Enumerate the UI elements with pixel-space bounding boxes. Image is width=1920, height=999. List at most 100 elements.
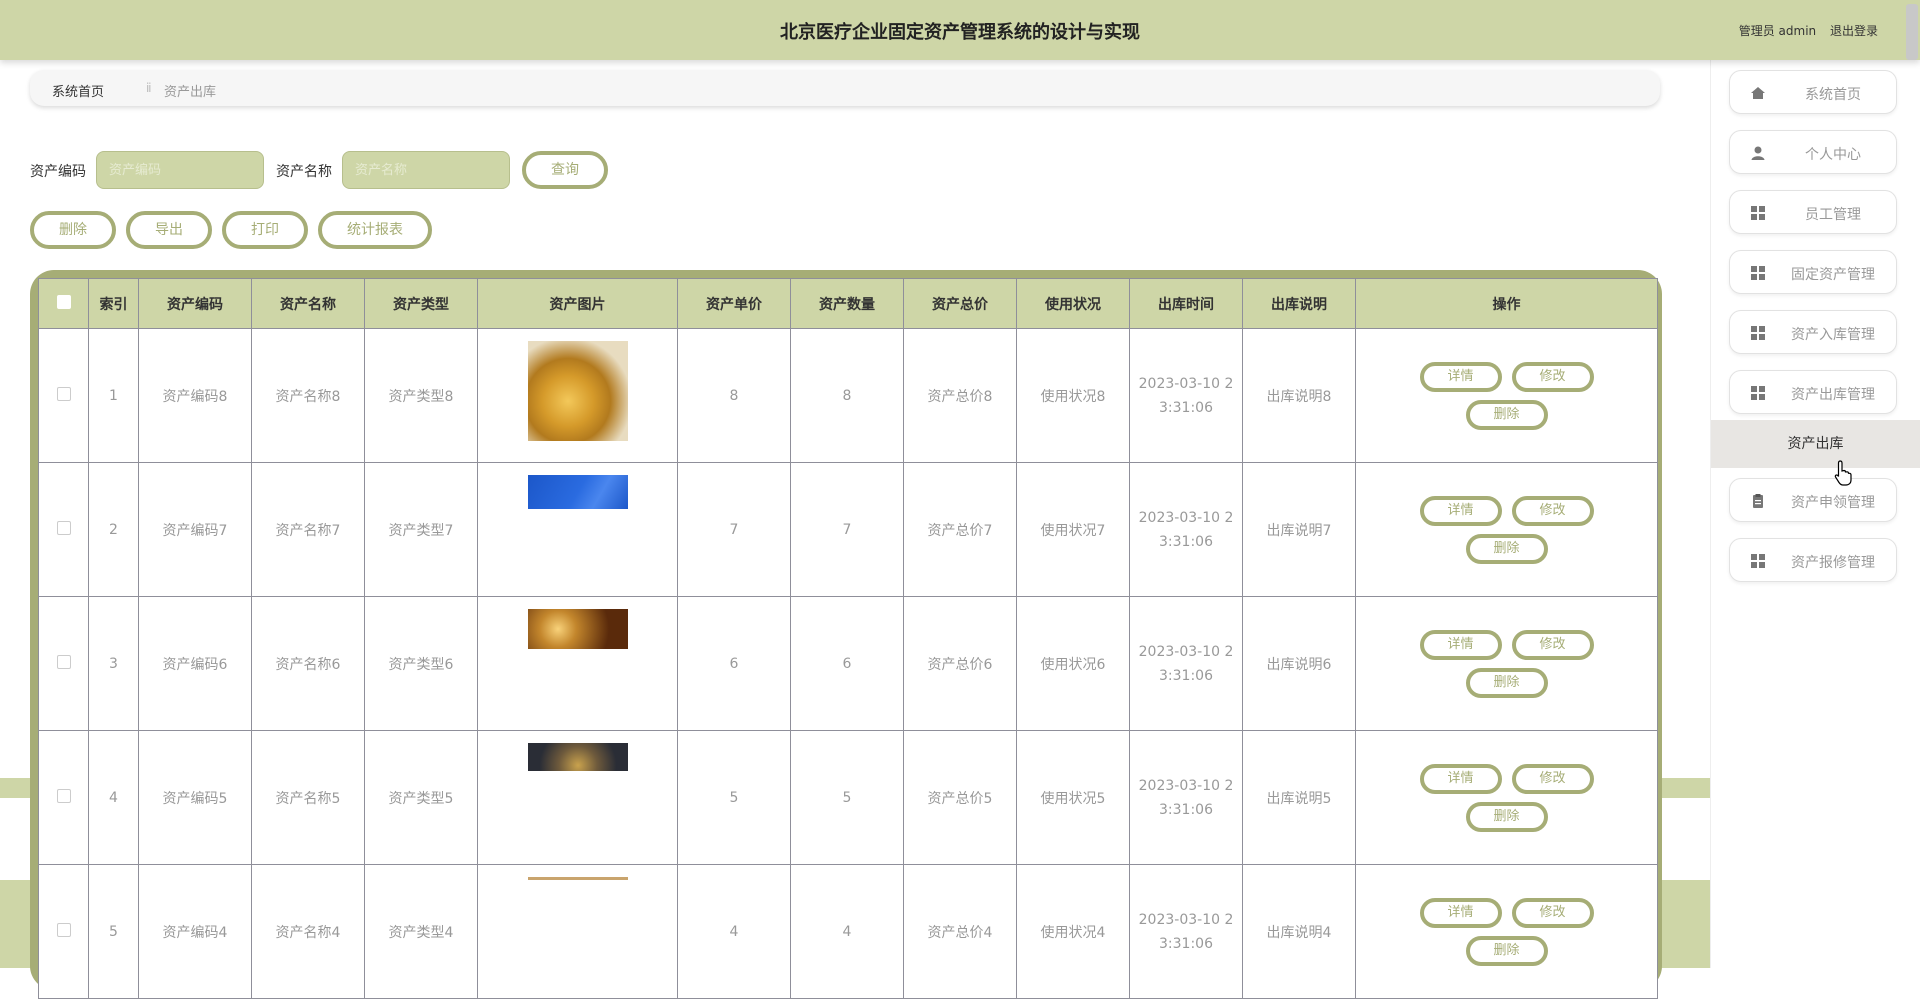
outbound-time-date: 2023-03-10 2 xyxy=(1138,911,1234,928)
logout-link[interactable]: 退出登录 xyxy=(1830,24,1878,38)
asset-name-cell: 资产名称7 xyxy=(251,462,365,597)
row-delete-button[interactable]: 删除 xyxy=(1465,399,1548,430)
table-row: 1 资产编码8 资产名称8 资产类型8 8 8 资产总价8 使用状况8 2023… xyxy=(38,328,1658,463)
row-checkbox[interactable] xyxy=(56,922,71,937)
outbound-time-date: 2023-03-10 2 xyxy=(1138,643,1234,660)
sidebar-item-home[interactable]: 系统首页 xyxy=(1729,70,1897,114)
column-header: 资产编码 xyxy=(138,278,252,329)
row-delete-button[interactable]: 删除 xyxy=(1465,801,1548,832)
user-info: 管理员 admin 退出登录 xyxy=(1729,22,1878,39)
edit-button[interactable]: 修改 xyxy=(1511,495,1594,526)
asset-name-cell: 资产名称4 xyxy=(251,864,365,999)
app-title: 北京医疗企业固定资产管理系统的设计与实现 xyxy=(780,22,1140,43)
breadcrumb-home[interactable]: 系统首页 xyxy=(52,81,104,100)
page-scrollbar[interactable] xyxy=(1906,4,1918,60)
outbound-note-cell: 出库说明7 xyxy=(1242,462,1356,597)
top-bar: 北京医疗企业固定资产管理系统的设计与实现 管理员 admin 退出登录 xyxy=(0,0,1920,60)
sidebar-item-staff[interactable]: 员工管理 xyxy=(1729,190,1897,234)
row-select-cell[interactable] xyxy=(38,596,89,731)
detail-button[interactable]: 详情 xyxy=(1419,495,1502,526)
outbound-note-cell: 出库说明4 xyxy=(1242,864,1356,999)
select-all-checkbox[interactable] xyxy=(56,294,71,309)
detail-button[interactable]: 详情 xyxy=(1419,629,1502,660)
sidebar-item-label: 资产出库管理 xyxy=(1791,387,1875,403)
row-delete-button[interactable]: 删除 xyxy=(1465,533,1548,564)
asset-type-cell: 资产类型5 xyxy=(364,730,478,865)
asset-type-cell: 资产类型6 xyxy=(364,596,478,731)
outbound-time-date: 2023-03-10 2 xyxy=(1138,375,1234,392)
row-select-cell[interactable] xyxy=(38,328,89,463)
asset-code-label: 资产编码 xyxy=(30,164,86,180)
asset-code-cell: 资产编码5 xyxy=(138,730,252,865)
table-header-row: 索引 资产编码 资产名称 资产类型 资产图片 资产单价 资产数量 资产总价 使用… xyxy=(38,278,1658,329)
sidebar-subitem-asset-outbound[interactable]: 资产出库 xyxy=(1711,420,1920,468)
print-button[interactable]: 打印 xyxy=(222,211,308,249)
row-select-cell[interactable] xyxy=(38,730,89,865)
row-checkbox[interactable] xyxy=(56,654,71,669)
sidebar-item-personal-center[interactable]: 个人中心 xyxy=(1729,130,1897,174)
grid-icon xyxy=(1751,326,1765,340)
grid-icon xyxy=(1751,266,1765,280)
unit-price-cell: 7 xyxy=(677,462,791,597)
detail-button[interactable]: 详情 xyxy=(1419,897,1502,928)
row-checkbox[interactable] xyxy=(56,386,71,401)
quantity-cell: 8 xyxy=(790,328,904,463)
grid-icon xyxy=(1751,206,1765,220)
asset-image-cell xyxy=(477,864,678,999)
detail-button[interactable]: 详情 xyxy=(1419,763,1502,794)
asset-name-label: 资产名称 xyxy=(276,164,332,180)
usage-status-cell: 使用状况5 xyxy=(1016,730,1130,865)
outbound-time-cell: 2023-03-10 2 3:31:06 xyxy=(1129,462,1243,597)
sidebar: 系统首页 个人中心 员工管理 固定资产管理 资产入库管理 资产出库管理 资产申领… xyxy=(1710,60,1920,968)
outbound-time-cell: 2023-03-10 2 3:31:06 xyxy=(1129,596,1243,731)
operations-cell: 详情 修改 删除 xyxy=(1355,864,1658,999)
query-button[interactable]: 查询 xyxy=(522,151,608,189)
sidebar-item-asset-outbound[interactable]: 资产出库管理 xyxy=(1729,370,1897,414)
column-header: 资产类型 xyxy=(364,278,478,329)
row-delete-button[interactable]: 删除 xyxy=(1465,935,1548,966)
quantity-cell: 6 xyxy=(790,596,904,731)
export-button[interactable]: 导出 xyxy=(126,211,212,249)
asset-image xyxy=(528,341,628,441)
edit-button[interactable]: 修改 xyxy=(1511,897,1594,928)
asset-image xyxy=(528,609,628,649)
outbound-time-clock: 3:31:06 xyxy=(1159,935,1213,952)
row-checkbox[interactable] xyxy=(56,520,71,535)
delete-button[interactable]: 删除 xyxy=(30,211,116,249)
asset-image-cell xyxy=(477,596,678,731)
sidebar-item-label: 资产报修管理 xyxy=(1791,555,1875,571)
total-price-cell: 资产总价8 xyxy=(903,328,1017,463)
asset-name-input[interactable] xyxy=(342,151,510,189)
asset-code-input[interactable] xyxy=(96,151,264,189)
edit-button[interactable]: 修改 xyxy=(1511,763,1594,794)
select-all-cell[interactable] xyxy=(38,278,89,329)
sidebar-item-asset-requisition[interactable]: 资产申领管理 xyxy=(1729,478,1897,522)
report-button[interactable]: 统计报表 xyxy=(318,211,432,249)
column-header: 使用状况 xyxy=(1016,278,1130,329)
table-row: 4 资产编码5 资产名称5 资产类型5 5 5 资产总价5 使用状况5 2023… xyxy=(38,730,1658,865)
column-header: 出库时间 xyxy=(1129,278,1243,329)
outbound-time-cell: 2023-03-10 2 3:31:06 xyxy=(1129,730,1243,865)
row-select-cell[interactable] xyxy=(38,462,89,597)
column-header: 资产图片 xyxy=(477,278,678,329)
breadcrumb-current: 资产出库 xyxy=(164,85,217,100)
outbound-time-clock: 3:31:06 xyxy=(1159,801,1213,818)
sidebar-item-asset-inbound[interactable]: 资产入库管理 xyxy=(1729,310,1897,354)
sidebar-item-label: 资产入库管理 xyxy=(1791,327,1875,343)
clipboard-icon xyxy=(1753,494,1763,508)
row-checkbox[interactable] xyxy=(56,788,71,803)
total-price-cell: 资产总价7 xyxy=(903,462,1017,597)
unit-price-cell: 8 xyxy=(677,328,791,463)
asset-name-cell: 资产名称5 xyxy=(251,730,365,865)
outbound-time-cell: 2023-03-10 2 3:31:06 xyxy=(1129,328,1243,463)
detail-button[interactable]: 详情 xyxy=(1419,361,1502,392)
row-select-cell[interactable] xyxy=(38,864,89,999)
total-price-cell: 资产总价6 xyxy=(903,596,1017,731)
edit-button[interactable]: 修改 xyxy=(1511,629,1594,660)
sidebar-item-asset-repair[interactable]: 资产报修管理 xyxy=(1729,538,1897,582)
usage-status-cell: 使用状况6 xyxy=(1016,596,1130,731)
edit-button[interactable]: 修改 xyxy=(1511,361,1594,392)
sidebar-item-fixed-assets[interactable]: 固定资产管理 xyxy=(1729,250,1897,294)
asset-name-cell: 资产名称8 xyxy=(251,328,365,463)
row-delete-button[interactable]: 删除 xyxy=(1465,667,1548,698)
